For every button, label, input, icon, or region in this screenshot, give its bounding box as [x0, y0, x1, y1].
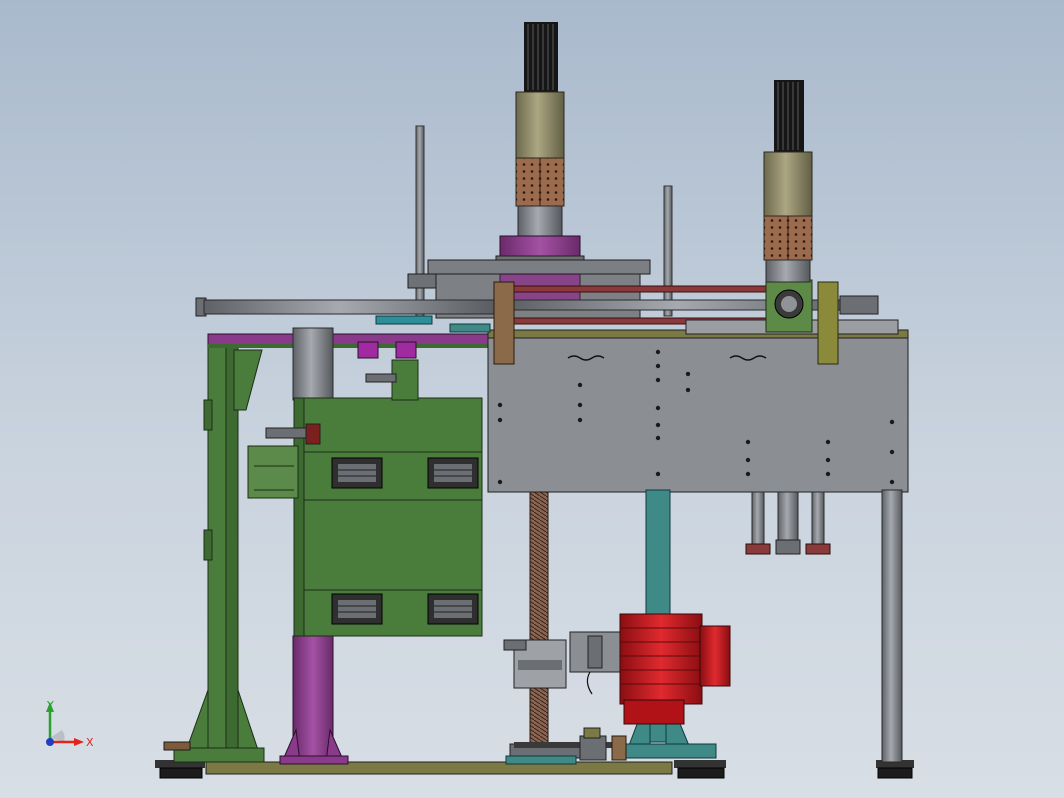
- leveling-foot-left: [155, 760, 205, 779]
- teal-sensor: [375, 315, 433, 325]
- mount-plate-left: [493, 281, 515, 365]
- purple-clamp: [395, 341, 417, 359]
- guide-block: [331, 593, 383, 625]
- tool-head-right: [763, 80, 813, 283]
- z-axis-dot: [46, 738, 54, 746]
- guide-block: [427, 457, 479, 489]
- lower-pins: [745, 491, 831, 555]
- mount-plate-right: [817, 281, 839, 365]
- x-axis-label: X: [86, 736, 94, 749]
- leveling-foot-center: [674, 760, 726, 779]
- leveling-foot-right: [876, 760, 914, 779]
- green-carriage-plate: [247, 359, 483, 637]
- tool-head-left: [495, 22, 585, 265]
- right-support-leg: [881, 489, 903, 763]
- machine-assembly-drawing: [155, 22, 914, 779]
- purple-clamp: [357, 341, 379, 359]
- left-green-upright: [163, 343, 265, 763]
- drive-motor: [569, 613, 731, 725]
- main-gray-housing: [487, 329, 909, 493]
- ball-screw: [503, 491, 581, 765]
- teal-sensor: [449, 323, 491, 333]
- y-axis-label: Y: [46, 699, 54, 712]
- guide-block: [331, 457, 383, 489]
- cad-viewport[interactable]: Y X: [0, 0, 1064, 798]
- guide-block: [427, 593, 479, 625]
- bearing-block: [765, 279, 813, 333]
- coordinate-triad: Y X: [38, 698, 98, 758]
- guide-rod-right: [663, 185, 673, 317]
